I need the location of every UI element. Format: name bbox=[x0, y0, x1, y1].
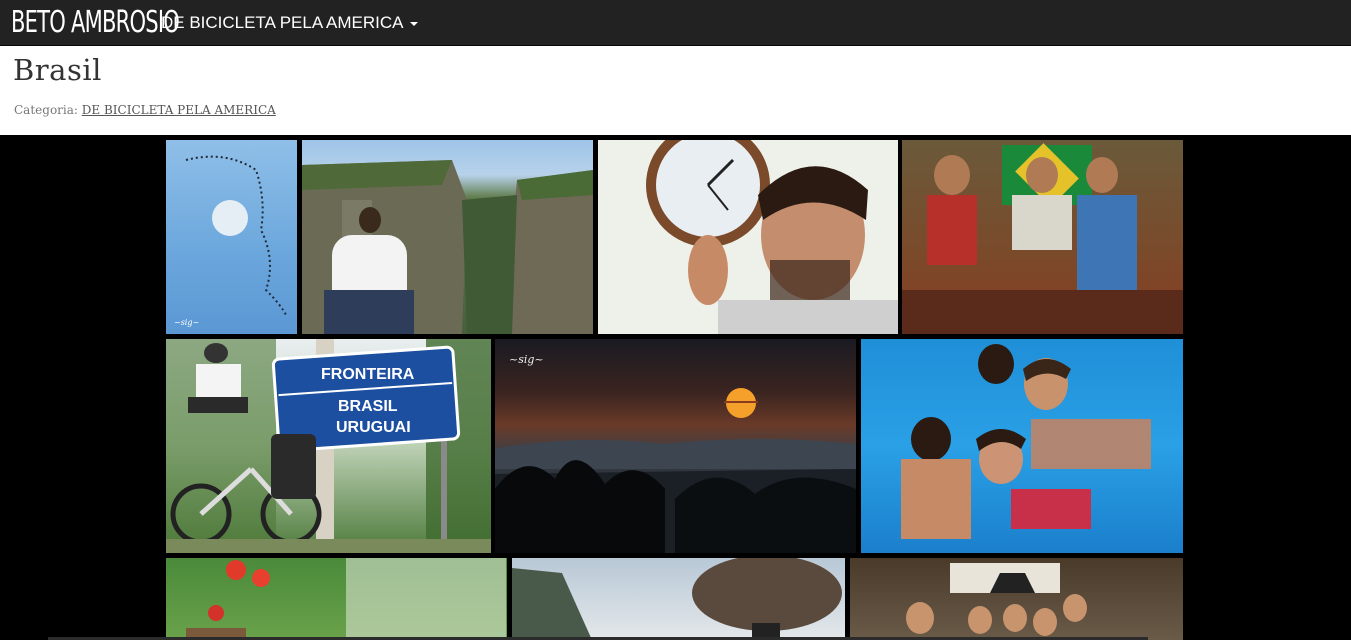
gallery-photo-kitchen-group[interactable] bbox=[850, 558, 1183, 640]
top-navbar: BETO AMBROSIO DE BICICLETA PELA AMERICA bbox=[0, 0, 1351, 46]
gallery-photo-pool-family[interactable] bbox=[861, 339, 1183, 553]
kitchen-group-image bbox=[906, 563, 1087, 636]
gallery-photo-flowers[interactable] bbox=[166, 558, 507, 640]
site-brand-logo[interactable]: BETO AMBROSIO bbox=[11, 0, 180, 46]
category-line: Categoria: DE BICICLETA PELA AMERICA bbox=[14, 103, 276, 117]
sign-text-line3: URUGUAI bbox=[336, 419, 411, 436]
canyon-image bbox=[302, 160, 593, 334]
sunset-image: ~sig~ bbox=[495, 353, 856, 553]
birds-moon-image: ~sig~ bbox=[174, 155, 287, 327]
gallery-photo-border-sign[interactable]: FRONTEIRA BRASIL URUGUAI bbox=[166, 339, 491, 553]
page-header: Brasil Categoria: DE BICICLETA PELA AMER… bbox=[0, 46, 1351, 135]
sign-text-line2: BRASIL bbox=[338, 398, 398, 415]
gallery-photo-three-friends[interactable] bbox=[902, 140, 1183, 334]
photo-gallery: ~sig~ FRONTEIRA BRASIL URUGUAI ~sig~ bbox=[0, 135, 1351, 640]
border-sign-image: FRONTEIRA BRASIL URUGUAI bbox=[166, 339, 491, 553]
page-title: Brasil bbox=[13, 53, 102, 87]
svg-text:~sig~: ~sig~ bbox=[509, 353, 544, 366]
category-label: Categoria: bbox=[14, 103, 78, 117]
pool-family-image bbox=[901, 344, 1151, 539]
gallery-photo-rock-cliff[interactable] bbox=[512, 558, 845, 640]
clock-man-image bbox=[646, 140, 898, 334]
sign-text-line1: FRONTEIRA bbox=[321, 366, 415, 383]
svg-text:~sig~: ~sig~ bbox=[174, 318, 199, 327]
gallery-photo-clock-man[interactable] bbox=[598, 140, 898, 334]
flowers-image bbox=[186, 558, 506, 640]
category-dropdown-label: DE BICICLETA PELA AMERICA bbox=[161, 12, 404, 32]
three-friends-image bbox=[902, 143, 1183, 334]
category-link[interactable]: DE BICICLETA PELA AMERICA bbox=[82, 103, 276, 117]
gallery-photo-birds-moon[interactable]: ~sig~ bbox=[166, 140, 297, 334]
category-dropdown[interactable]: DE BICICLETA PELA AMERICA bbox=[161, 13, 418, 33]
gallery-photo-sunset[interactable]: ~sig~ bbox=[495, 339, 856, 553]
caret-down-icon bbox=[409, 22, 418, 26]
rock-cliff-image bbox=[512, 558, 842, 640]
gallery-photo-canyon[interactable] bbox=[302, 140, 593, 334]
